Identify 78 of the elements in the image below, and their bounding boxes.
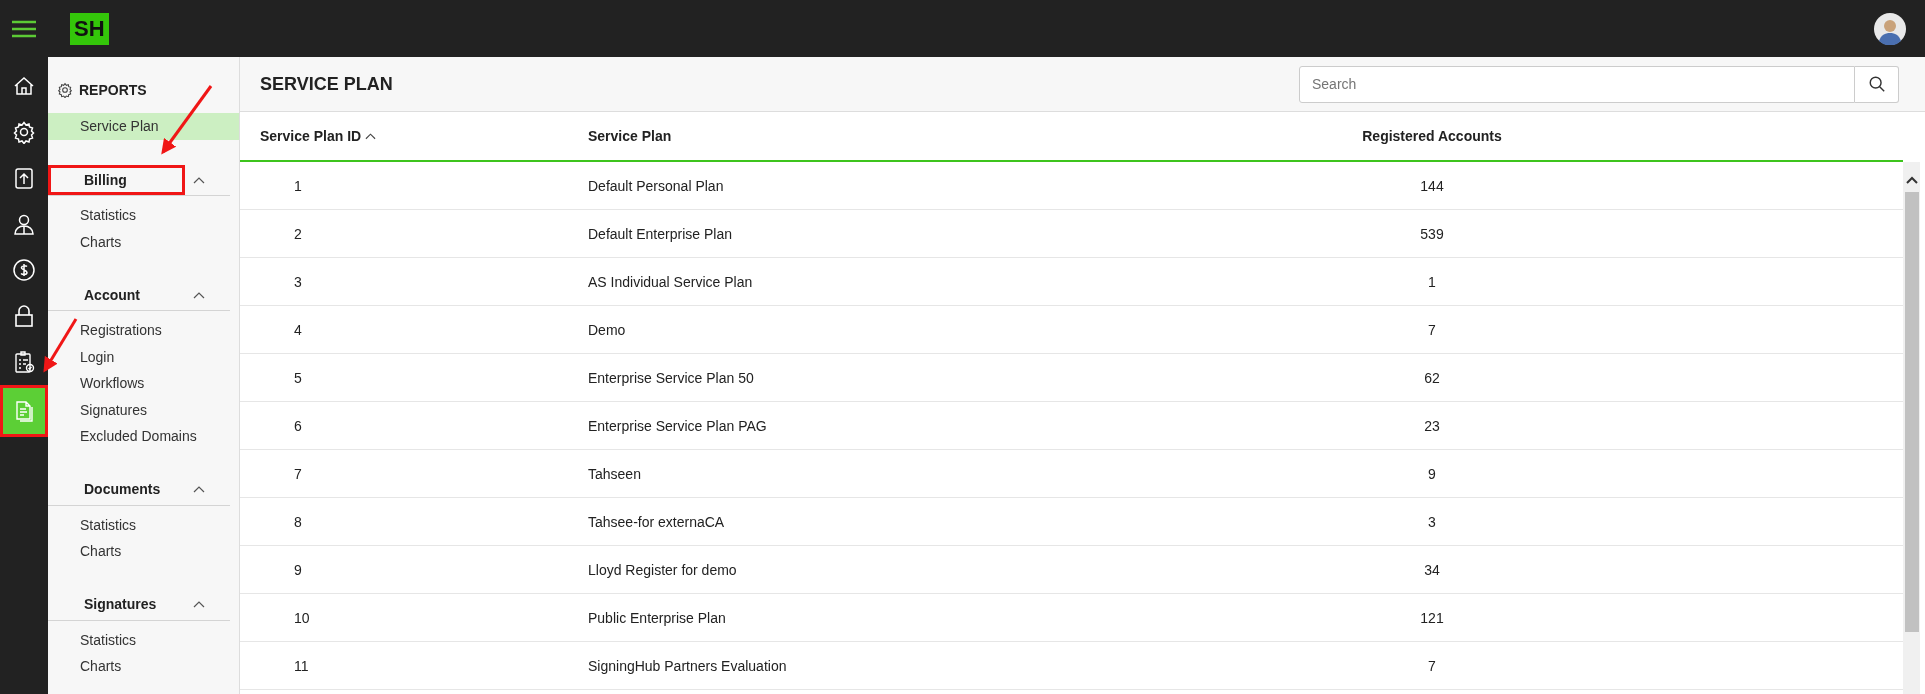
logo[interactable]: SH (70, 12, 109, 45)
table-cell: 7 (1428, 657, 1436, 674)
group-title[interactable]: Account (48, 279, 185, 310)
table-cell: 2 (294, 225, 302, 242)
annotation-arrow (43, 318, 78, 373)
table-cell: Public Enterprise Plan (588, 609, 726, 626)
table-cell: Enterprise Service Plan 50 (588, 369, 754, 386)
scrollbar[interactable] (1903, 162, 1920, 694)
table-cell: 62 (1424, 369, 1440, 386)
table-cell: 10 (294, 609, 310, 626)
search-icon (1867, 75, 1886, 93)
sidebar-item[interactable]: Registrations (48, 317, 239, 344)
table-cell: Demo (588, 321, 626, 338)
table-cell: 5 (294, 369, 302, 386)
sidebar-title: REPORTS (79, 82, 147, 98)
table-cell: 11 (294, 657, 309, 674)
chevron-icon[interactable] (193, 600, 205, 608)
column-header[interactable]: Service Plan ID (260, 128, 362, 144)
group-title[interactable]: Documents (48, 474, 185, 504)
sidebar-item[interactable]: Service Plan (48, 113, 239, 140)
table-cell: 8 (294, 513, 302, 530)
table-cell: Tahseen (588, 465, 641, 482)
sidebar-item[interactable]: Statistics (48, 626, 239, 653)
table-cell: AS Individual Service Plan (588, 273, 753, 290)
lock-icon (12, 304, 36, 328)
dollar-icon (12, 258, 36, 282)
table-cell: Default Enterprise Plan (588, 225, 732, 242)
table-cell: 34 (1424, 561, 1440, 578)
sidebar-item[interactable]: Statistics (48, 511, 239, 538)
menu-icon[interactable] (12, 19, 36, 38)
table-cell: 4 (294, 321, 302, 338)
upload-icon (12, 166, 36, 190)
page-title: SERVICE PLAN (260, 73, 393, 95)
group-title[interactable]: Billing (48, 164, 185, 195)
clipboard-icon (12, 350, 36, 374)
sidebar-item[interactable]: Charts (48, 228, 239, 255)
sidebar-item[interactable]: Statistics (48, 202, 239, 229)
table-cell: 6 (294, 417, 302, 434)
chevron-icon[interactable] (193, 175, 205, 184)
sidebar-item[interactable]: Charts (48, 653, 239, 680)
table-cell: Default Personal Plan (588, 177, 724, 194)
table-cell: 121 (1420, 609, 1444, 626)
sidebar-item[interactable]: Login (48, 343, 239, 370)
home-icon (12, 74, 36, 98)
group-title[interactable]: Signatures (48, 589, 185, 619)
search-button[interactable] (1855, 65, 1899, 103)
chevron-icon[interactable] (193, 485, 205, 493)
scroll-up-icon[interactable] (1905, 176, 1918, 184)
sort-icon[interactable] (365, 132, 377, 140)
avatar-icon[interactable] (1874, 12, 1906, 45)
table-cell: 23 (1424, 417, 1440, 434)
table-cell: 1 (1428, 273, 1436, 290)
table-cell: SigningHub Partners Evaluation (588, 657, 787, 674)
table-cell: 3 (294, 273, 302, 290)
table-cell: 539 (1420, 225, 1444, 242)
table-cell: 9 (294, 561, 302, 578)
sidebar-item[interactable]: Signatures (48, 396, 239, 423)
annotation-arrow (161, 85, 213, 155)
column-header[interactable]: Service Plan (588, 128, 672, 144)
search-field[interactable]: Search (1299, 65, 1855, 103)
scrollbar-thumb[interactable] (1904, 192, 1919, 632)
person-icon (12, 212, 36, 236)
table-cell: 7 (1428, 321, 1436, 338)
sidebar-item[interactable]: Excluded Domains (48, 423, 239, 450)
column-header[interactable]: Registered Accounts (1362, 128, 1502, 144)
table-cell: Tahsee-for externaCA (588, 513, 725, 530)
sidebar-item[interactable]: Workflows (48, 370, 239, 397)
table-cell: Lloyd Register for demo (588, 561, 737, 578)
table-cell: 1 (294, 177, 302, 194)
table-cell: Enterprise Service Plan PAG (588, 417, 767, 434)
settings-icon (57, 82, 73, 98)
table-cell: 3 (1428, 513, 1436, 530)
table-cell: 7 (294, 465, 302, 482)
sidebar-item[interactable]: Charts (48, 538, 239, 565)
table-cell: 9 (1428, 465, 1436, 482)
settings-icon (12, 120, 36, 144)
table-cell: 144 (1420, 177, 1444, 194)
chevron-icon[interactable] (193, 290, 205, 299)
